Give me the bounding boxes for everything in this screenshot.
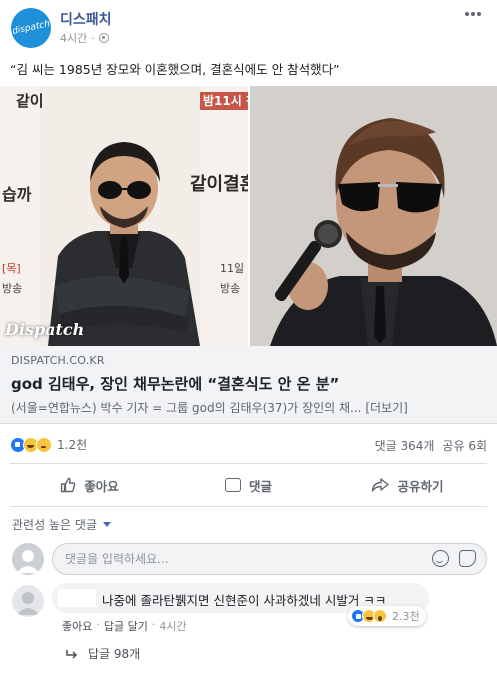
commenter-avatar[interactable] [12, 585, 44, 617]
link-title[interactable]: god 김태우, 장인 채무논란에 “결혼식도 안 온 분” [11, 373, 339, 394]
user-avatar [12, 543, 44, 575]
page-avatar[interactable]: dispatch [11, 8, 51, 48]
more-options-icon[interactable] [465, 12, 481, 18]
person-left-illustration: 같이 밤11시 첫 같이결혼 습까 [목] 11일 방송 방송 [0, 86, 248, 346]
like-label: 좋아요 [84, 478, 119, 494]
backdrop-text-2: 밤11시 첫 [203, 93, 248, 108]
post-meta: 4시간 · [60, 30, 109, 46]
comment-bubble-icon [224, 478, 241, 492]
reaction-count: 1.2천 [57, 438, 88, 452]
post-photo[interactable]: 같이 밤11시 첫 같이결혼 습까 [목] 11일 방송 방송 [0, 86, 497, 346]
page-name-link[interactable]: 디스패치 [60, 9, 112, 29]
comment-sep-2: · [151, 618, 156, 631]
comment-count-link[interactable]: 댓글 364개 [375, 437, 435, 454]
comment-time[interactable]: 4시간 [159, 618, 186, 634]
sticker-icon[interactable] [459, 550, 476, 567]
reaction-summary[interactable]: 1.2천 [10, 436, 87, 453]
comment-text: 나중에 졸라탄뷁지면 신현준이 사과하겠네 시발거 ㅋㅋ [102, 593, 387, 608]
comment-reactions[interactable]: 2.3천 [348, 606, 426, 626]
comment-placeholder: 댓글을 입력하세요... [65, 552, 169, 566]
chevron-down-icon [102, 522, 111, 527]
backdrop-text-8: 방송 [220, 282, 240, 295]
comment-actions: 좋아요 · 답글 달기 · 4시간 [62, 618, 187, 634]
sad-reaction-icon [36, 436, 52, 453]
backdrop-text-1: 같이 [16, 92, 44, 110]
meta-separator: · [91, 31, 95, 45]
backdrop-text-3: 같이결혼 [190, 173, 248, 195]
sort-label: 관련성 높은 댓글 [12, 518, 97, 532]
link-description: (서울=연합뉴스) 박수 기자 = 그룹 god의 김태우(37)가 장인의 채… [11, 399, 408, 416]
post-stats: 1.2천 댓글 364개 공유 6회 [0, 428, 497, 460]
comment-label: 댓글 [248, 478, 272, 494]
default-avatar-icon [17, 550, 39, 573]
post-time[interactable]: 4시간 [60, 30, 87, 46]
photo-left-panel: 같이 밤11시 첫 같이결혼 습까 [목] 11일 방송 방송 [0, 86, 248, 346]
post-header: dispatch 디스패치 4시간 · [0, 0, 497, 54]
reply-arrow-icon [66, 649, 78, 659]
comment-sep-1: · [96, 618, 100, 631]
view-replies-link[interactable]: 답글 98개 [66, 645, 140, 662]
replies-count: 답글 98개 [88, 647, 141, 661]
input-icon-group [432, 550, 476, 567]
person-right-illustration [250, 86, 497, 346]
dispatch-watermark: Dispatch [5, 320, 85, 339]
comment-reply-link[interactable]: 답글 달기 [104, 618, 148, 634]
emoji-icon[interactable] [432, 550, 449, 567]
share-arrow-icon [372, 478, 390, 492]
redacted-commenter-name [58, 589, 96, 607]
action-bar: 좋아요 댓글 공유하기 [10, 463, 487, 507]
backdrop-text-6: 11일 [220, 261, 244, 275]
default-avatar-icon [17, 592, 39, 615]
share-button[interactable]: 공유하기 [328, 464, 487, 506]
like-button[interactable]: 좋아요 [10, 464, 169, 506]
link-domain: DISPATCH.CO.KR [11, 354, 105, 367]
link-read-more[interactable]: [더보기] [365, 401, 407, 415]
backdrop-text-4: 습까 [2, 185, 32, 204]
public-globe-icon[interactable] [98, 33, 109, 43]
comment-reaction-count: 2.3천 [392, 610, 420, 623]
photo-right-panel [250, 86, 497, 346]
link-description-text: (서울=연합뉴스) 박수 기자 = 그룹 god의 김태우(37)가 장인의 채… [11, 401, 362, 415]
comment-button[interactable]: 댓글 [169, 464, 328, 506]
share-count-link[interactable]: 공유 6회 [442, 437, 487, 454]
comment-sort-dropdown[interactable]: 관련성 높은 댓글 [12, 516, 111, 533]
engagement-counts: 댓글 364개 공유 6회 [375, 437, 487, 454]
backdrop-text-7: 방송 [2, 282, 22, 295]
share-label: 공유하기 [397, 478, 444, 494]
page-logo-text: dispatch [11, 19, 51, 37]
backdrop-text-5: [목] [2, 262, 21, 275]
comment-input[interactable]: 댓글을 입력하세요... [52, 543, 487, 575]
comment-like-link[interactable]: 좋아요 [62, 618, 92, 634]
link-preview[interactable]: DISPATCH.CO.KR god 김태우, 장인 채무논란에 “결혼식도 안… [0, 346, 497, 424]
wow-reaction-icon [373, 609, 387, 623]
post-caption: “김 씨는 1985년 장모와 이혼했으며, 결혼식에도 안 참석했다” [10, 62, 340, 77]
thumbs-up-icon [61, 477, 76, 493]
